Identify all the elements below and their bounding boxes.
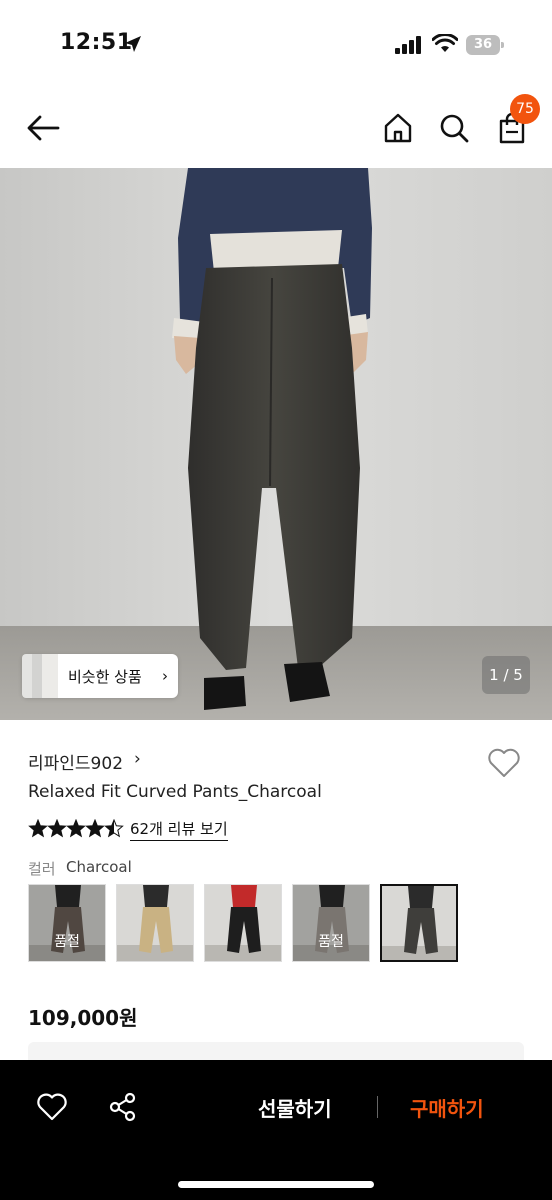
swatch-thumbnail xyxy=(205,885,281,961)
product-name: Relaxed Fit Curved Pants_Charcoal xyxy=(28,782,322,802)
similar-products-label: 비슷한 상품 xyxy=(68,668,142,686)
chevron-right-icon: › xyxy=(134,749,141,769)
home-indicator xyxy=(178,1181,374,1188)
color-swatch[interactable]: 품절 xyxy=(28,884,106,962)
product-photo xyxy=(0,168,552,720)
home-button[interactable] xyxy=(378,108,418,148)
top-nav: 75 xyxy=(0,90,552,168)
star-icon xyxy=(66,819,86,838)
share-icon xyxy=(109,1092,136,1122)
back-button[interactable] xyxy=(22,108,66,148)
bottom-action-bar: 선물하기 구매하기 xyxy=(0,1060,552,1200)
star-icon xyxy=(47,819,67,838)
price: 109,000원 xyxy=(28,1006,138,1030)
location-arrow-icon xyxy=(125,36,141,52)
product-image-carousel[interactable]: 비슷한 상품 › 1 / 5 xyxy=(0,168,552,720)
swatch-thumbnail xyxy=(382,886,456,960)
rating-stars xyxy=(28,819,124,838)
star-icon xyxy=(85,819,105,838)
signal-icon xyxy=(395,36,421,54)
color-swatch[interactable]: 품절 xyxy=(292,884,370,962)
gift-button[interactable]: 선물하기 xyxy=(258,1093,332,1122)
color-swatch[interactable] xyxy=(380,884,458,962)
bag-count-badge: 75 xyxy=(510,94,540,124)
color-label: 컬러 xyxy=(28,860,56,878)
share-button[interactable] xyxy=(108,1092,138,1122)
status-bar: 12:51 36 xyxy=(0,0,552,90)
search-button[interactable] xyxy=(434,108,474,148)
swatch-thumbnail xyxy=(117,885,193,961)
bottom-wishlist-button[interactable] xyxy=(36,1092,68,1122)
similar-products-thumbnails xyxy=(22,654,58,698)
status-time: 12:51 xyxy=(60,30,133,55)
divider xyxy=(377,1096,378,1118)
battery-icon: 36 xyxy=(466,35,504,55)
wishlist-button[interactable] xyxy=(486,746,522,780)
review-link[interactable]: 62개 리뷰 보기 xyxy=(130,818,228,841)
color-swatch[interactable] xyxy=(204,884,282,962)
heart-icon xyxy=(37,1093,67,1121)
sold-out-label: 품절 xyxy=(318,934,344,950)
battery-level: 36 xyxy=(473,37,493,52)
sold-out-label: 품절 xyxy=(54,934,80,950)
image-page-counter: 1 / 5 xyxy=(482,656,530,694)
chevron-right-icon: › xyxy=(162,667,168,685)
battery-tip xyxy=(501,42,504,48)
color-value: Charcoal xyxy=(66,858,132,876)
wifi-icon xyxy=(432,34,458,52)
search-icon xyxy=(440,114,469,143)
color-swatch[interactable] xyxy=(116,884,194,962)
home-icon xyxy=(384,113,412,143)
similar-products-button[interactable]: 비슷한 상품 › xyxy=(22,654,178,698)
buy-button[interactable]: 구매하기 xyxy=(410,1093,484,1122)
heart-icon xyxy=(488,748,520,777)
brand-link[interactable]: 리파인드902 xyxy=(28,749,123,774)
star-icon xyxy=(28,819,48,838)
back-arrow-icon xyxy=(27,115,60,141)
